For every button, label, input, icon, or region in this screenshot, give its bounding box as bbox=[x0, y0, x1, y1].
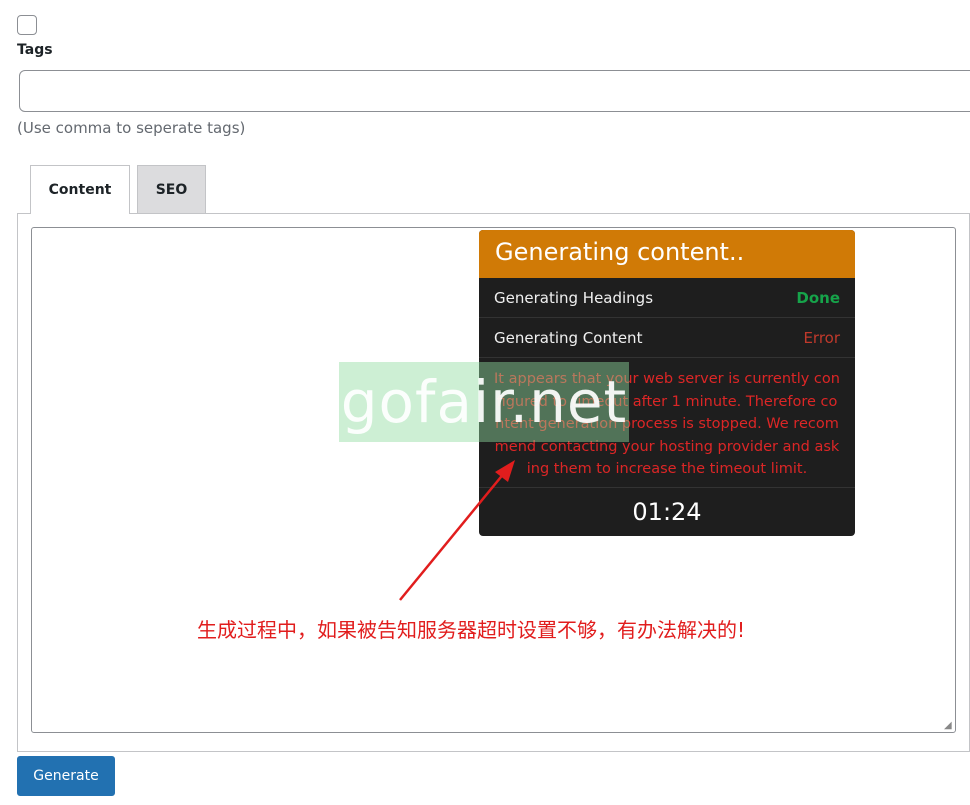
tab-seo[interactable]: SEO bbox=[137, 165, 206, 213]
tags-hint: (Use comma to seperate tags) bbox=[17, 119, 246, 137]
timer: 01:24 bbox=[632, 498, 702, 526]
watermark: gofair.net bbox=[339, 362, 629, 442]
step-label: Generating Headings bbox=[494, 288, 654, 307]
generate-button[interactable]: Generate bbox=[17, 756, 115, 796]
modal-title: Generating content.. bbox=[479, 230, 855, 278]
step-row-headings: Generating Headings Done bbox=[479, 278, 855, 318]
resize-grip-icon[interactable]: ◢ bbox=[944, 721, 954, 731]
tags-label: Tags bbox=[17, 42, 53, 58]
status-badge: Done bbox=[796, 288, 840, 307]
tags-input[interactable] bbox=[19, 70, 970, 112]
step-row-content: Generating Content Error bbox=[479, 318, 855, 358]
checkbox[interactable] bbox=[17, 15, 37, 35]
step-label: Generating Content bbox=[494, 328, 643, 347]
annotation-text: 生成过程中，如果被告知服务器超时设置不够，有办法解决的! bbox=[197, 618, 746, 642]
tab-content[interactable]: Content bbox=[30, 165, 130, 214]
status-badge: Error bbox=[803, 328, 840, 347]
